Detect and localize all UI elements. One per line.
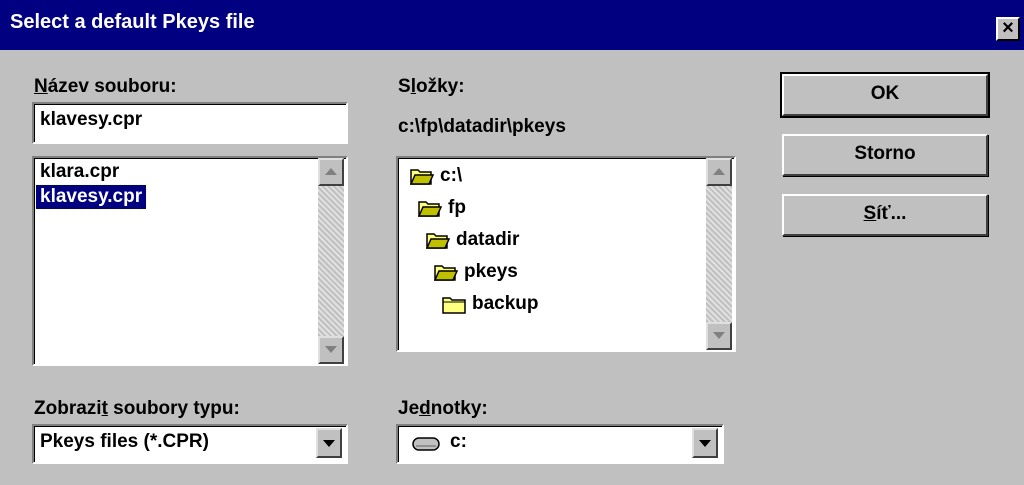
chevron-down-icon <box>699 440 711 447</box>
cancel-button[interactable]: Storno <box>782 134 988 176</box>
hard-drive-icon <box>412 437 440 451</box>
folder-tree-scroll-down[interactable] <box>706 322 732 350</box>
file-list[interactable]: klara.cpr klavesy.cpr <box>32 156 348 366</box>
title-bar[interactable]: Select a default Pkeys file × <box>0 0 1024 50</box>
file-list-item-selected[interactable]: klavesy.cpr <box>34 184 148 210</box>
folder-tree[interactable]: c:\ fp datadir pkeys backup <box>396 156 736 352</box>
closed-folder-icon <box>442 297 466 314</box>
drive-dropdown-button[interactable] <box>692 428 718 458</box>
scroll-down-icon <box>713 332 725 339</box>
open-folder-icon <box>434 265 458 281</box>
folder-tree-scroll-up[interactable] <box>706 158 732 186</box>
folder-tree-scrollbar[interactable] <box>706 158 732 350</box>
chevron-down-icon <box>323 440 335 447</box>
drive-select[interactable]: c: <box>396 424 724 464</box>
scroll-up-icon <box>713 168 725 175</box>
scroll-down-icon <box>325 346 337 353</box>
network-button[interactable]: Síť... <box>782 194 988 236</box>
open-folder-icon <box>418 201 442 217</box>
open-folder-icon <box>410 169 434 185</box>
current-path: c:\fp\datadir\pkeys <box>398 116 566 137</box>
open-folder-icon <box>426 233 450 249</box>
file-list-scroll-up[interactable] <box>318 158 344 186</box>
filename-label: Název souboru: <box>34 76 177 97</box>
close-icon: × <box>1002 17 1014 39</box>
filename-input[interactable]: klavesy.cpr <box>32 102 348 144</box>
close-button[interactable]: × <box>996 17 1020 41</box>
window-title: Select a default Pkeys file <box>10 11 255 33</box>
ok-button[interactable]: OK <box>780 72 990 118</box>
file-list-scrollbar[interactable] <box>318 158 344 364</box>
filename-input-value: klavesy.cpr <box>40 109 143 130</box>
file-type-select[interactable]: Pkeys files (*.CPR) <box>32 424 348 464</box>
drives-label: Jednotky: <box>398 398 488 419</box>
file-type-value: Pkeys files (*.CPR) <box>40 431 209 452</box>
file-type-dropdown-button[interactable] <box>316 428 342 458</box>
drive-value: c: <box>450 431 467 452</box>
file-list-item[interactable]: klara.cpr <box>36 160 123 184</box>
file-type-label: Zobrazit soubory typu: <box>34 398 240 419</box>
scroll-up-icon <box>325 168 337 175</box>
file-list-scroll-down[interactable] <box>318 336 344 364</box>
folders-label: Složky: <box>398 76 465 97</box>
